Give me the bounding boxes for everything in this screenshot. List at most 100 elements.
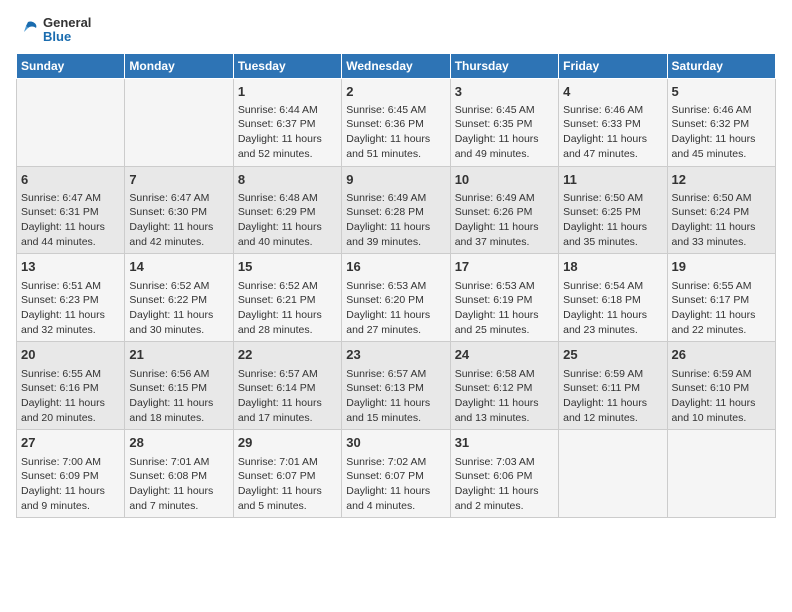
day-number: 6 — [21, 171, 120, 189]
day-info: Daylight: 11 hours and 4 minutes. — [346, 484, 445, 513]
day-info: Sunrise: 7:01 AM — [129, 455, 228, 470]
week-row-4: 20Sunrise: 6:55 AMSunset: 6:16 PMDayligh… — [17, 342, 776, 430]
day-info: Sunset: 6:30 PM — [129, 205, 228, 220]
calendar-cell: 19Sunrise: 6:55 AMSunset: 6:17 PMDayligh… — [667, 254, 775, 342]
day-info: Sunrise: 7:03 AM — [455, 455, 554, 470]
day-info: Daylight: 11 hours and 47 minutes. — [563, 132, 662, 161]
day-info: Sunset: 6:17 PM — [672, 293, 771, 308]
day-number: 10 — [455, 171, 554, 189]
calendar-cell: 13Sunrise: 6:51 AMSunset: 6:23 PMDayligh… — [17, 254, 125, 342]
calendar-cell: 4Sunrise: 6:46 AMSunset: 6:33 PMDaylight… — [559, 78, 667, 166]
calendar-cell: 26Sunrise: 6:59 AMSunset: 6:10 PMDayligh… — [667, 342, 775, 430]
day-info: Daylight: 11 hours and 37 minutes. — [455, 220, 554, 249]
day-info: Sunset: 6:28 PM — [346, 205, 445, 220]
day-info: Daylight: 11 hours and 9 minutes. — [21, 484, 120, 513]
calendar-cell: 11Sunrise: 6:50 AMSunset: 6:25 PMDayligh… — [559, 166, 667, 254]
weekday-header-thursday: Thursday — [450, 53, 558, 78]
day-info: Sunset: 6:36 PM — [346, 117, 445, 132]
day-info: Daylight: 11 hours and 27 minutes. — [346, 308, 445, 337]
day-info: Sunrise: 7:02 AM — [346, 455, 445, 470]
calendar-cell: 14Sunrise: 6:52 AMSunset: 6:22 PMDayligh… — [125, 254, 233, 342]
day-info: Sunrise: 6:58 AM — [455, 367, 554, 382]
day-number: 23 — [346, 346, 445, 364]
calendar-cell: 8 Sunrise: 6:48 AMSunset: 6:29 PMDaylight… — [233, 166, 341, 254]
weekday-header-saturday: Saturday — [667, 53, 775, 78]
header: General Blue — [16, 16, 776, 45]
day-info: Sunset: 6:37 PM — [238, 117, 337, 132]
day-number: 8 — [238, 171, 337, 189]
calendar-cell: 29Sunrise: 7:01 AMSunset: 6:07 PMDayligh… — [233, 430, 341, 518]
day-number: 2 — [346, 83, 445, 101]
day-info: Sunrise: 6:50 AM — [563, 191, 662, 206]
day-info: Sunrise: 6:45 AM — [455, 103, 554, 118]
day-info: Daylight: 11 hours and 25 minutes. — [455, 308, 554, 337]
day-info: Sunrise: 6:51 AM — [21, 279, 120, 294]
day-info: Sunrise: 6:50 AM — [672, 191, 771, 206]
day-number: 1 — [238, 83, 337, 101]
day-number: 5 — [672, 83, 771, 101]
day-info: Daylight: 11 hours and 30 minutes. — [129, 308, 228, 337]
calendar-cell: 17Sunrise: 6:53 AMSunset: 6:19 PMDayligh… — [450, 254, 558, 342]
day-number: 27 — [21, 434, 120, 452]
day-info: Sunrise: 6:49 AM — [455, 191, 554, 206]
day-info: Sunset: 6:22 PM — [129, 293, 228, 308]
day-number: 4 — [563, 83, 662, 101]
calendar-cell: 2Sunrise: 6:45 AMSunset: 6:36 PMDaylight… — [342, 78, 450, 166]
day-info: Sunset: 6:29 PM — [238, 205, 337, 220]
day-info: Sunrise: 6:48 AM — [238, 191, 337, 206]
logo-general: General — [43, 16, 91, 30]
calendar-cell: 1Sunrise: 6:44 AMSunset: 6:37 PMDaylight… — [233, 78, 341, 166]
day-info: Sunset: 6:07 PM — [238, 469, 337, 484]
logo: General Blue — [16, 16, 91, 45]
calendar-cell: 18Sunrise: 6:54 AMSunset: 6:18 PMDayligh… — [559, 254, 667, 342]
day-info: Daylight: 11 hours and 35 minutes. — [563, 220, 662, 249]
day-info: Daylight: 11 hours and 12 minutes. — [563, 396, 662, 425]
day-info: Sunset: 6:20 PM — [346, 293, 445, 308]
day-info: Daylight: 11 hours and 45 minutes. — [672, 132, 771, 161]
day-number: 30 — [346, 434, 445, 452]
day-info: Sunset: 6:35 PM — [455, 117, 554, 132]
day-info: Daylight: 11 hours and 51 minutes. — [346, 132, 445, 161]
day-info: Daylight: 11 hours and 28 minutes. — [238, 308, 337, 337]
day-info: Daylight: 11 hours and 7 minutes. — [129, 484, 228, 513]
day-info: Sunrise: 6:55 AM — [21, 367, 120, 382]
day-info: Sunrise: 6:57 AM — [346, 367, 445, 382]
weekday-header-wednesday: Wednesday — [342, 53, 450, 78]
calendar-cell — [667, 430, 775, 518]
day-info: Daylight: 11 hours and 20 minutes. — [21, 396, 120, 425]
weekday-header-tuesday: Tuesday — [233, 53, 341, 78]
logo-blue: Blue — [43, 30, 91, 44]
day-info: Sunrise: 6:47 AM — [129, 191, 228, 206]
calendar-cell: 6Sunrise: 6:47 AMSunset: 6:31 PMDaylight… — [17, 166, 125, 254]
calendar-cell: 22Sunrise: 6:57 AMSunset: 6:14 PMDayligh… — [233, 342, 341, 430]
day-info: Daylight: 11 hours and 44 minutes. — [21, 220, 120, 249]
calendar-cell: 3Sunrise: 6:45 AMSunset: 6:35 PMDaylight… — [450, 78, 558, 166]
day-number: 20 — [21, 346, 120, 364]
day-number: 14 — [129, 258, 228, 276]
day-info: Sunset: 6:09 PM — [21, 469, 120, 484]
calendar-cell: 9Sunrise: 6:49 AMSunset: 6:28 PMDaylight… — [342, 166, 450, 254]
calendar-cell — [17, 78, 125, 166]
day-info: Daylight: 11 hours and 52 minutes. — [238, 132, 337, 161]
calendar-cell: 23Sunrise: 6:57 AMSunset: 6:13 PMDayligh… — [342, 342, 450, 430]
day-info: Daylight: 11 hours and 17 minutes. — [238, 396, 337, 425]
calendar-cell: 21Sunrise: 6:56 AMSunset: 6:15 PMDayligh… — [125, 342, 233, 430]
weekday-header-row: SundayMondayTuesdayWednesdayThursdayFrid… — [17, 53, 776, 78]
day-info: Daylight: 11 hours and 10 minutes. — [672, 396, 771, 425]
day-number: 11 — [563, 171, 662, 189]
day-info: Sunset: 6:32 PM — [672, 117, 771, 132]
day-info: Sunset: 6:24 PM — [672, 205, 771, 220]
calendar-cell — [559, 430, 667, 518]
calendar-cell: 25Sunrise: 6:59 AMSunset: 6:11 PMDayligh… — [559, 342, 667, 430]
day-info: Sunrise: 6:46 AM — [672, 103, 771, 118]
day-info: Daylight: 11 hours and 40 minutes. — [238, 220, 337, 249]
day-info: Daylight: 11 hours and 2 minutes. — [455, 484, 554, 513]
calendar-cell: 28Sunrise: 7:01 AMSunset: 6:08 PMDayligh… — [125, 430, 233, 518]
weekday-header-sunday: Sunday — [17, 53, 125, 78]
calendar-cell: 7Sunrise: 6:47 AMSunset: 6:30 PMDaylight… — [125, 166, 233, 254]
day-info: Sunset: 6:21 PM — [238, 293, 337, 308]
day-info: Sunset: 6:08 PM — [129, 469, 228, 484]
day-info: Sunset: 6:23 PM — [21, 293, 120, 308]
day-info: Daylight: 11 hours and 23 minutes. — [563, 308, 662, 337]
day-number: 12 — [672, 171, 771, 189]
